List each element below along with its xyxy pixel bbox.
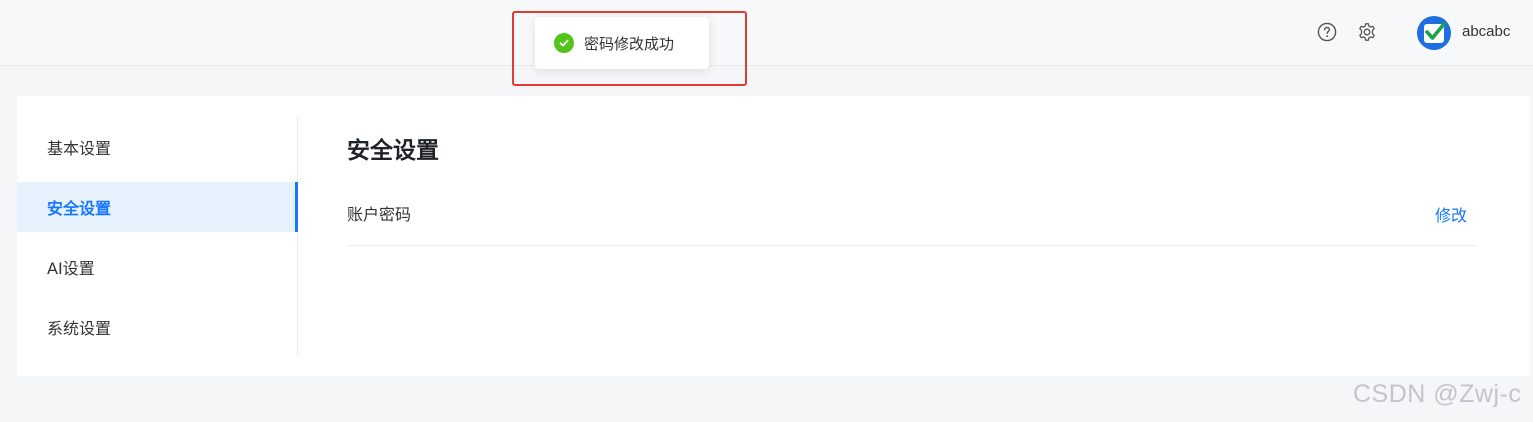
sidebar-item-security[interactable]: 安全设置 (17, 182, 298, 232)
avatar[interactable] (1417, 16, 1451, 50)
sidebar-item-basic[interactable]: 基本设置 (17, 122, 297, 172)
sidebar-item-label: 系统设置 (47, 319, 112, 338)
settings-sidebar: 基本设置 安全设置 AI设置 系统设置 (17, 116, 298, 356)
sidebar-item-ai[interactable]: AI设置 (17, 242, 297, 292)
success-toast: 密码修改成功 (535, 17, 709, 69)
help-icon[interactable] (1316, 21, 1338, 43)
settings-content: 安全设置 账户密码 修改 (347, 96, 1477, 376)
top-header: abcabc (0, 0, 1533, 66)
watermark: CSDN @Zwj-c (1353, 380, 1522, 408)
sidebar-item-label: 基本设置 (47, 139, 112, 158)
sidebar-item-system[interactable]: 系统设置 (17, 302, 297, 352)
edit-password-link[interactable]: 修改 (1435, 202, 1467, 226)
check-circle-icon (554, 33, 574, 53)
username[interactable]: abcabc (1462, 23, 1510, 40)
sidebar-item-label: 安全设置 (47, 199, 112, 218)
page-title: 安全设置 (347, 138, 439, 164)
gear-icon[interactable] (1356, 21, 1378, 43)
settings-panel: 基本设置 安全设置 AI设置 系统设置 安全设置 账户密码 修改 (17, 96, 1530, 376)
sidebar-item-label: AI设置 (47, 259, 95, 278)
toast-message: 密码修改成功 (584, 34, 675, 53)
account-password-row: 账户密码 修改 (347, 186, 1477, 246)
row-label: 账户密码 (347, 205, 412, 224)
